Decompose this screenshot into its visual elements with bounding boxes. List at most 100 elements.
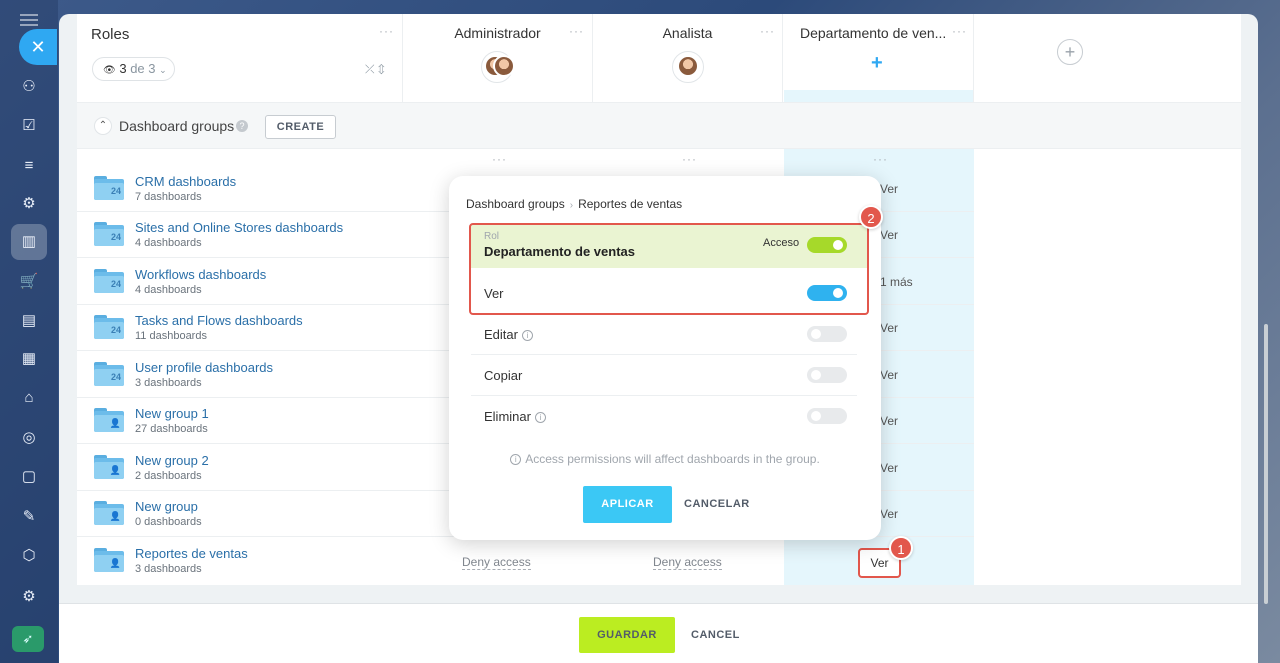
robot-icon[interactable]: ⚙ xyxy=(18,193,40,215)
group-count: 7 dashboards xyxy=(135,191,202,203)
help-icon[interactable]: ? xyxy=(236,120,248,132)
calendar-icon[interactable]: ▦ xyxy=(18,348,40,370)
add-user-icon[interactable]: + xyxy=(871,52,883,75)
permission-cell[interactable]: Ver xyxy=(880,228,898,242)
add-role-button[interactable]: + xyxy=(1057,39,1083,65)
left-sidebar: ✕ ⚇ ☑ ≡ ⚙ ▥ 🛒 ▤ ▦ ⌂ ◎ ▢ ✎ ⬡ ⚙ ➶ xyxy=(0,0,58,663)
group-name[interactable]: User profile dashboards xyxy=(135,360,273,375)
permission-cell[interactable]: Deny access xyxy=(653,555,722,570)
permission-row-copiar: Copiar xyxy=(471,355,857,396)
permission-cell[interactable]: Ver xyxy=(880,368,898,382)
permission-label: Editar xyxy=(484,327,518,342)
role-title: Analista xyxy=(662,25,713,41)
sign-icon[interactable]: ✎ xyxy=(18,506,40,528)
permission-cell[interactable]: Ver xyxy=(880,182,898,196)
document-icon[interactable]: ▢ xyxy=(18,466,40,488)
menu-icon[interactable] xyxy=(20,14,38,26)
highlight-box xyxy=(469,223,869,315)
role-column-departamento: Departamento de ven... ··· + xyxy=(784,14,974,102)
folder-icon: 24 xyxy=(94,222,124,246)
group-name[interactable]: Sites and Online Stores dashboards xyxy=(135,220,343,235)
column-more-icon[interactable]: ··· xyxy=(873,152,888,166)
permission-label-wrap: Eliminar i xyxy=(484,409,546,424)
tasks-icon[interactable]: ☑ xyxy=(18,115,40,137)
rocket-icon[interactable]: ➶ xyxy=(12,626,44,652)
chevron-right-icon: › xyxy=(569,200,574,211)
permission-cell[interactable]: Ver xyxy=(880,507,898,521)
avatar-group[interactable] xyxy=(481,51,515,83)
permission-cell[interactable]: Deny access xyxy=(462,555,531,570)
role-column-administrador: Administrador ··· xyxy=(403,14,593,102)
breadcrumb-parent[interactable]: Dashboard groups xyxy=(466,197,565,211)
cart-icon[interactable]: 🛒 xyxy=(18,271,40,293)
store-icon[interactable]: ⌂ xyxy=(18,387,40,409)
column-more-icon[interactable]: ··· xyxy=(492,152,507,166)
section-title: Dashboard groups xyxy=(119,118,235,134)
roles-more-icon[interactable]: ··· xyxy=(379,24,394,38)
roles-total: de 3 xyxy=(130,61,156,76)
info-icon[interactable]: i xyxy=(534,412,546,423)
permission-popup: Dashboard groups › Reportes de ventas Rol … xyxy=(449,176,881,540)
table-row: 👤 Reportes de ventas 3 dashboards Deny a… xyxy=(77,538,1241,584)
group-count: 0 dashboards xyxy=(135,516,202,528)
analytics-icon[interactable]: ▥ xyxy=(11,224,47,260)
info-icon[interactable]: i xyxy=(521,330,533,341)
column-more-icon[interactable]: ··· xyxy=(760,24,775,38)
group-count: 4 dashboards xyxy=(135,284,202,296)
breadcrumb: Dashboard groups › Reportes de ventas xyxy=(466,197,682,211)
folder-icon: 24 xyxy=(94,176,124,200)
column-more-icon[interactable]: ··· xyxy=(569,24,584,38)
close-icon[interactable]: ✕ xyxy=(19,29,57,65)
breadcrumb-current: Reportes de ventas xyxy=(578,197,683,211)
create-button[interactable]: CREATE xyxy=(265,115,336,139)
info-icon: i xyxy=(510,454,522,465)
eliminar-toggle[interactable] xyxy=(807,408,847,424)
column-more-icon[interactable]: ··· xyxy=(682,152,697,166)
contact-center-icon[interactable]: ▤ xyxy=(18,310,40,332)
settings-icon[interactable]: ⚙ xyxy=(18,586,40,608)
scrollbar[interactable] xyxy=(1264,324,1268,604)
apply-button[interactable]: APLICAR xyxy=(583,486,672,523)
group-name[interactable]: New group 1 xyxy=(135,406,209,421)
copiar-toggle[interactable] xyxy=(807,367,847,383)
dashboard-groups-section: ⌃ Dashboard groups ? CREATE xyxy=(77,102,1241,149)
target-icon[interactable]: ◎ xyxy=(18,427,40,449)
group-count: 11 dashboards xyxy=(135,330,207,342)
permission-cell[interactable]: Ver xyxy=(880,461,898,475)
sort-icon[interactable]: ⤫ ⇕ xyxy=(365,62,385,77)
group-name[interactable]: New group xyxy=(135,499,198,514)
group-count: 3 dashboards xyxy=(135,563,202,575)
avatar-group[interactable] xyxy=(672,51,704,83)
chevron-up-icon[interactable]: ⌃ xyxy=(94,117,112,135)
group-name[interactable]: Workflows dashboards xyxy=(135,267,266,282)
folder-icon: 24 xyxy=(94,315,124,339)
permission-cell[interactable]: Ver xyxy=(880,321,898,335)
permission-row-editar: Editar i xyxy=(471,314,857,355)
column-more-icon[interactable]: ··· xyxy=(952,24,967,38)
folder-icon: 24 xyxy=(94,362,124,386)
permission-cell[interactable]: 1 más xyxy=(880,275,913,289)
role-title: Administrador xyxy=(454,25,541,41)
group-name[interactable]: Reportes de ventas xyxy=(135,546,248,561)
callout-badge-1: 1 xyxy=(889,536,913,560)
group-name[interactable]: CRM dashboards xyxy=(135,174,236,189)
popup-note: i Access permissions will affect dashboar… xyxy=(449,452,881,466)
chevron-down-icon: ⌄ xyxy=(159,65,167,75)
role-column-analista: Analista ··· xyxy=(593,14,783,102)
roles-selector[interactable]: 👁 3 de 3 ⌄ xyxy=(92,57,175,81)
save-button[interactable]: GUARDAR xyxy=(579,617,675,653)
popup-cancel-button[interactable]: CANCELAR xyxy=(684,486,750,523)
callout-badge-2: 2 xyxy=(859,205,883,229)
sites-icon[interactable]: ⚇ xyxy=(18,76,40,98)
permission-cell[interactable]: Ver xyxy=(880,414,898,428)
permission-label-wrap: Editar i xyxy=(484,327,533,342)
role-title: Departamento de ven... xyxy=(800,25,947,41)
folder-user-icon: 👤 xyxy=(94,455,124,479)
box-icon[interactable]: ⬡ xyxy=(18,545,40,567)
editar-toggle[interactable] xyxy=(807,326,847,342)
cancel-button[interactable]: CANCEL xyxy=(691,617,740,653)
group-name[interactable]: Tasks and Flows dashboards xyxy=(135,313,303,328)
group-name[interactable]: New group 2 xyxy=(135,453,209,468)
filter-icon[interactable]: ≡ xyxy=(18,155,40,177)
folder-user-icon: 👤 xyxy=(94,501,124,525)
